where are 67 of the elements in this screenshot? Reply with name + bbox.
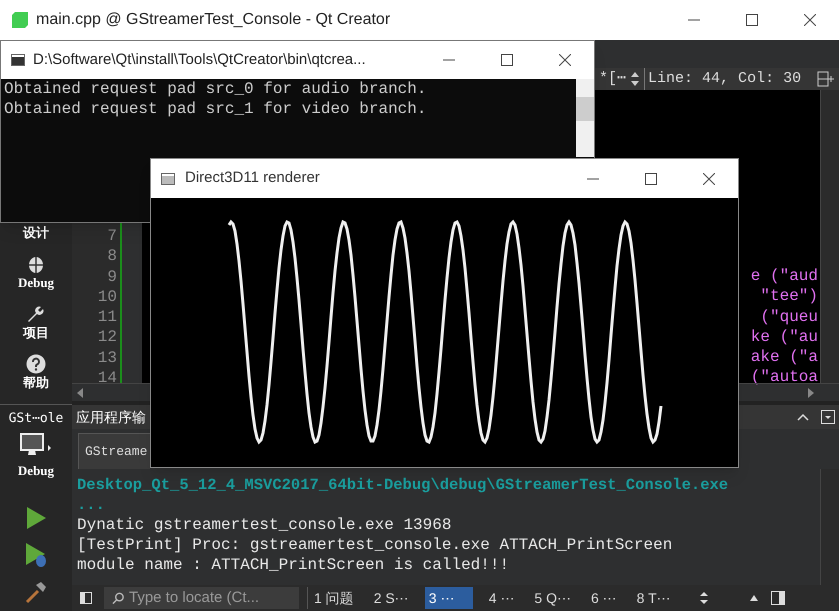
console-scrollbar[interactable] — [576, 79, 594, 157]
line-number: 8 — [107, 246, 117, 267]
run-icon[interactable] — [25, 506, 47, 530]
code-text: ("autoa — [750, 368, 818, 386]
hammer-icon[interactable] — [24, 580, 48, 604]
line-number: 10 — [98, 286, 117, 308]
window-title: D:\Software\Qt\install\Tools\QtCreator\bin\qtcrea... — [33, 50, 367, 70]
mode-button[interactable]: 项目 — [23, 304, 49, 342]
console-icon — [11, 54, 25, 66]
window-title: Direct3D11 renderer — [185, 168, 321, 188]
line-number: 11 — [98, 307, 117, 328]
panel-icon[interactable] — [770, 591, 785, 605]
code-text: e ("aud — [750, 267, 818, 285]
close-icon[interactable] — [703, 172, 715, 184]
wrench-icon — [26, 304, 46, 324]
sidebar-toggle-icon[interactable] — [80, 592, 92, 604]
debug-run-icon[interactable] — [24, 542, 48, 568]
output-line: ... — [77, 495, 106, 515]
line-number: 14 — [98, 368, 117, 388]
line-number: 13 — [98, 348, 117, 368]
maximize-icon[interactable] — [746, 14, 758, 26]
scroll-left-icon[interactable] — [76, 388, 84, 398]
output-line: [TestPrint] Proc: gstreamertest_console.exe ATTACH_PrintScreen — [77, 535, 674, 555]
locator-field[interactable]: Type to locate (Ct... — [104, 587, 299, 609]
maximize-icon[interactable] — [501, 54, 513, 66]
code-text: "tee") — [760, 287, 818, 306]
output-line: Dynatic gstreamertest_console.exe 13968 — [77, 515, 452, 535]
output-pane-tab[interactable]: 3 ⋯ — [424, 587, 473, 609]
output-line: Desktop_Qt_5_12_4_MSVC2017_64bit-Debug\debug\GStreamerTest_Console.exe — [77, 475, 730, 495]
line-number: 9 — [107, 266, 117, 287]
code-text: ("queu — [760, 308, 818, 326]
close-icon[interactable] — [559, 54, 571, 66]
menu-icon[interactable] — [821, 410, 835, 424]
scroll-right-icon[interactable] — [807, 388, 815, 398]
output-pane-tab[interactable]: 5 Q⋯ — [530, 587, 575, 609]
code-text: ake ("a — [750, 348, 818, 366]
console-line: Obtained request pad src_0 for audio branch. — [4, 79, 428, 99]
chevron-up-icon[interactable] — [797, 413, 809, 421]
kit-selector[interactable]: GSt⋯ole Debug — [8, 409, 64, 480]
mode-button[interactable]: Debug — [18, 254, 54, 292]
window-icon — [161, 172, 175, 184]
output-pane-tab[interactable]: 4 ⋯ — [484, 587, 518, 609]
code-text: ke ("au — [750, 328, 818, 346]
arrow-up-icon[interactable] — [748, 594, 759, 602]
maximize-icon[interactable] — [645, 172, 657, 184]
app-icon — [12, 12, 28, 28]
document-indicator[interactable]: *[⋯ — [599, 68, 626, 90]
output-tab[interactable]: GStreame — [78, 433, 150, 469]
console-line: Obtained request pad src_1 for video branch. — [4, 99, 428, 119]
split-icon[interactable] — [817, 71, 836, 87]
close-icon[interactable] — [804, 14, 816, 26]
up-down-icon[interactable] — [698, 591, 709, 605]
line-number: 7 — [107, 226, 117, 246]
output-pane-tab[interactable]: 1 问题 — [310, 587, 358, 609]
search-icon — [112, 591, 125, 605]
up-down-icon[interactable] — [630, 71, 640, 87]
window-title: main.cpp @ GStreamerTest_Console - Qt Creator — [36, 10, 392, 30]
output-pane-tab[interactable]: 6 ⋯ — [586, 587, 621, 609]
output-scrollbar[interactable] — [820, 469, 839, 585]
vertical-scrollbar[interactable] — [820, 90, 839, 383]
output-pane-tab[interactable]: 8 T⋯ — [632, 587, 675, 609]
line-number: 12 — [98, 327, 117, 348]
help-icon — [26, 354, 46, 374]
mode-button[interactable]: 帮助 — [23, 354, 49, 392]
output-line: module name : ATTACH_PrintScreen is called!!! — [77, 555, 510, 575]
output-pane-tab[interactable]: 2 S⋯ — [370, 587, 413, 609]
mode-button[interactable]: 设计 — [23, 224, 49, 242]
